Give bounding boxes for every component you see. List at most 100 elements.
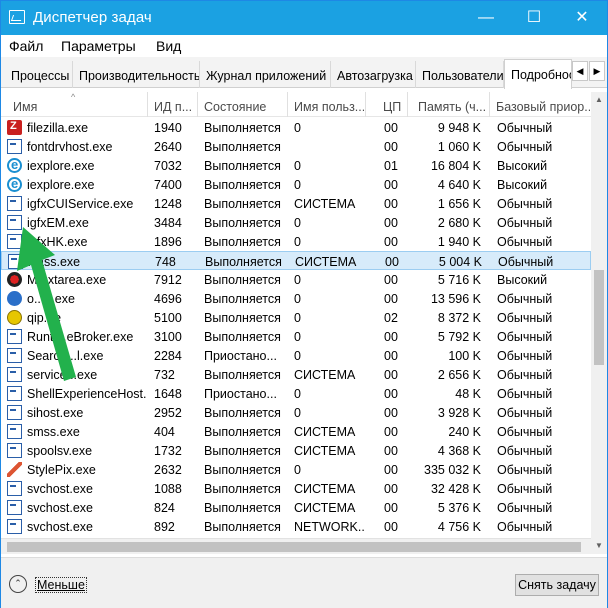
table-row[interactable]: svchost.exe 824 Выполняется СИСТЕМА 00 5 376 … — [1, 498, 591, 517]
fewer-details-link[interactable]: Меньше — [35, 577, 87, 593]
table-row[interactable]: svchost.exe 1088 Выполняется СИСТЕМА 00 32 42… — [1, 479, 591, 498]
process-pid: 2284 — [154, 349, 182, 363]
title-bar[interactable]: Диспетчер задач — ☐ ✕ — [1, 1, 607, 35]
column-user[interactable]: Имя польз... — [294, 100, 364, 114]
process-memory: 4 368 K — [437, 444, 481, 458]
chevron-up-icon[interactable]: ⌃ — [9, 575, 27, 593]
process-status: Выполняется — [205, 255, 282, 269]
process-memory: 48 K — [455, 387, 481, 401]
column-header-row: ^ Имя ИД п... Состояние Имя польз... ЦП … — [1, 92, 607, 117]
menu-view[interactable]: Вид — [156, 38, 181, 54]
tab-scroll-left-button[interactable]: ◀ — [572, 61, 588, 81]
process-name: service...exe — [27, 368, 98, 382]
tab-scroll-right-button[interactable]: ▶ — [589, 61, 605, 81]
table-row[interactable]: svchost.exe 892 Выполняется NETWORK... 00 4 7… — [1, 517, 591, 536]
window-icon — [7, 481, 22, 496]
table-row[interactable]: qip...e 5100 Выполняется 0 02 8 372 K Обычный — [1, 308, 591, 327]
process-cpu: 00 — [384, 463, 398, 477]
process-status: Выполняется — [204, 520, 281, 534]
process-name: lsass.exe — [28, 255, 81, 269]
table-row[interactable]: iexplore.exe 7032 Выполняется 0 01 16 804 K Вы… — [1, 156, 591, 175]
table-row[interactable]: M...xtarea.exe 7912 Выполняется 0 00 5 716 KВ… — [1, 270, 591, 289]
process-pid: 824 — [154, 501, 175, 515]
process-pid: 7032 — [154, 159, 182, 173]
process-priority: Высокий — [497, 273, 548, 287]
horizontal-scrollbar[interactable] — [1, 538, 591, 554]
scroll-down-button[interactable]: ▼ — [591, 538, 607, 554]
process-priority: Обычный — [497, 311, 553, 325]
menu-options[interactable]: Параметры — [61, 38, 136, 54]
process-name: iexplore.exe — [27, 159, 95, 173]
tab-processes[interactable]: Процессы — [5, 61, 73, 88]
minimize-button[interactable]: — — [463, 1, 509, 35]
column-status[interactable]: Состояние — [204, 100, 284, 114]
table-row[interactable]: igfxEM.exe 3484 Выполняется 0 00 2 680 K Обычн… — [1, 213, 591, 232]
tab-users[interactable]: Пользователи — [416, 61, 504, 88]
footer-bar: ⌃ Меньше Снять задачу — [1, 557, 607, 608]
column-memory[interactable]: Память (ч... — [418, 100, 488, 114]
table-row[interactable]: Search...l.exe 2284 Приостано... 0 00 100 K Об… — [1, 346, 591, 365]
process-cpu: 00 — [384, 292, 398, 306]
process-name: fontdrvhost.exe — [27, 140, 113, 154]
table-row[interactable]: igfxCUIService.exe 1248 Выполняется СИСТЕМА… — [1, 194, 591, 213]
process-priority: Обычный — [497, 330, 553, 344]
process-user: 0 — [294, 178, 301, 192]
process-memory: 5 376 K — [437, 501, 481, 515]
maximize-button[interactable]: ☐ — [511, 1, 557, 35]
end-task-button[interactable]: Снять задачу — [515, 574, 599, 596]
column-base-priority[interactable]: Базовый приор... — [496, 100, 590, 114]
process-name: igfxHK.exe — [27, 235, 88, 249]
process-pid: 748 — [155, 255, 176, 269]
vertical-scroll-thumb[interactable] — [594, 270, 604, 365]
horizontal-scroll-thumb[interactable] — [7, 542, 581, 552]
table-row[interactable]: fontdrvhost.exe 2640 Выполняется 00 1 060 K О… — [1, 137, 591, 156]
window-icon — [7, 500, 22, 515]
column-pid[interactable]: ИД п... — [154, 100, 194, 114]
table-row[interactable]: ShellExperienceHost.... 1648 Приостано... 0… — [1, 384, 591, 403]
tab-app-history[interactable]: Журнал приложений — [200, 61, 331, 88]
process-user: СИСТЕМА — [294, 444, 356, 458]
process-user: 0 — [294, 292, 301, 306]
tab-details[interactable]: Подробност — [504, 59, 572, 89]
process-name: Runti...eBroker.exe — [27, 330, 134, 344]
process-name: iexplore.exe — [27, 178, 95, 192]
process-priority: Обычный — [497, 520, 553, 534]
process-pid: 4696 — [154, 292, 182, 306]
process-status: Выполняется — [204, 406, 281, 420]
table-row[interactable]: smss.exe 404 Выполняется СИСТЕМА 00 240 K Обыч… — [1, 422, 591, 441]
column-name[interactable]: Имя — [13, 100, 143, 114]
table-row[interactable]: igfxHK.exe 1896 Выполняется 0 00 1 940 K Обычн… — [1, 232, 591, 251]
process-memory: 4 756 K — [437, 520, 481, 534]
process-status: Приостано... — [204, 349, 277, 363]
vertical-scrollbar[interactable]: ▲ ▼ — [591, 92, 607, 554]
process-memory: 2 656 K — [437, 368, 481, 382]
table-row[interactable]: lsass.exe 748 Выполняется СИСТЕМА 00 5 004 K О… — [1, 251, 591, 270]
scroll-up-button[interactable]: ▲ — [591, 92, 607, 108]
process-status: Выполняется — [204, 330, 281, 344]
process-memory: 9 948 K — [437, 121, 481, 135]
process-status: Выполняется — [204, 121, 281, 135]
process-priority: Обычный — [497, 121, 553, 135]
table-row[interactable]: filezilla.exe1940Выполняется0009 948 KОб… — [1, 118, 591, 137]
table-row[interactable]: spoolsv.exe 1732 Выполняется СИСТЕМА 00 4 368… — [1, 441, 591, 460]
table-row[interactable]: StylePix.exe 2632 Выполняется 0 00 335 032 KО… — [1, 460, 591, 479]
process-priority: Обычный — [498, 255, 554, 269]
table-row[interactable]: o...h.exe 4696 Выполняется 0 00 13 596 K Обычн… — [1, 289, 591, 308]
table-row[interactable]: service...exe 732 Выполняется СИСТЕМА 00 2 65… — [1, 365, 591, 384]
process-status: Выполняется — [204, 140, 281, 154]
window-icon — [7, 348, 22, 363]
process-name: filezilla.exe — [27, 121, 89, 135]
process-name: M...xtarea.exe — [27, 273, 107, 287]
process-user: СИСТЕМА — [294, 501, 356, 515]
process-status: Выполняется — [204, 368, 281, 382]
tab-performance[interactable]: Производительность — [73, 61, 200, 88]
table-row[interactable]: Runti...eBroker.exe 3100 Выполняется 0 00 5 7… — [1, 327, 591, 346]
tab-startup[interactable]: Автозагрузка — [331, 61, 416, 88]
close-button[interactable]: ✕ — [559, 1, 605, 35]
process-cpu: 02 — [384, 311, 398, 325]
tab-bar: Процессы Производительность Журнал прило… — [1, 57, 607, 89]
menu-file[interactable]: Файл — [9, 38, 43, 54]
table-row[interactable]: sihost.exe 2952 Выполняется 0 00 3 928 K Обычн… — [1, 403, 591, 422]
column-cpu[interactable]: ЦП — [383, 100, 405, 114]
table-row[interactable]: iexplore.exe7400Выполняется0004 640 KВыс… — [1, 175, 591, 194]
